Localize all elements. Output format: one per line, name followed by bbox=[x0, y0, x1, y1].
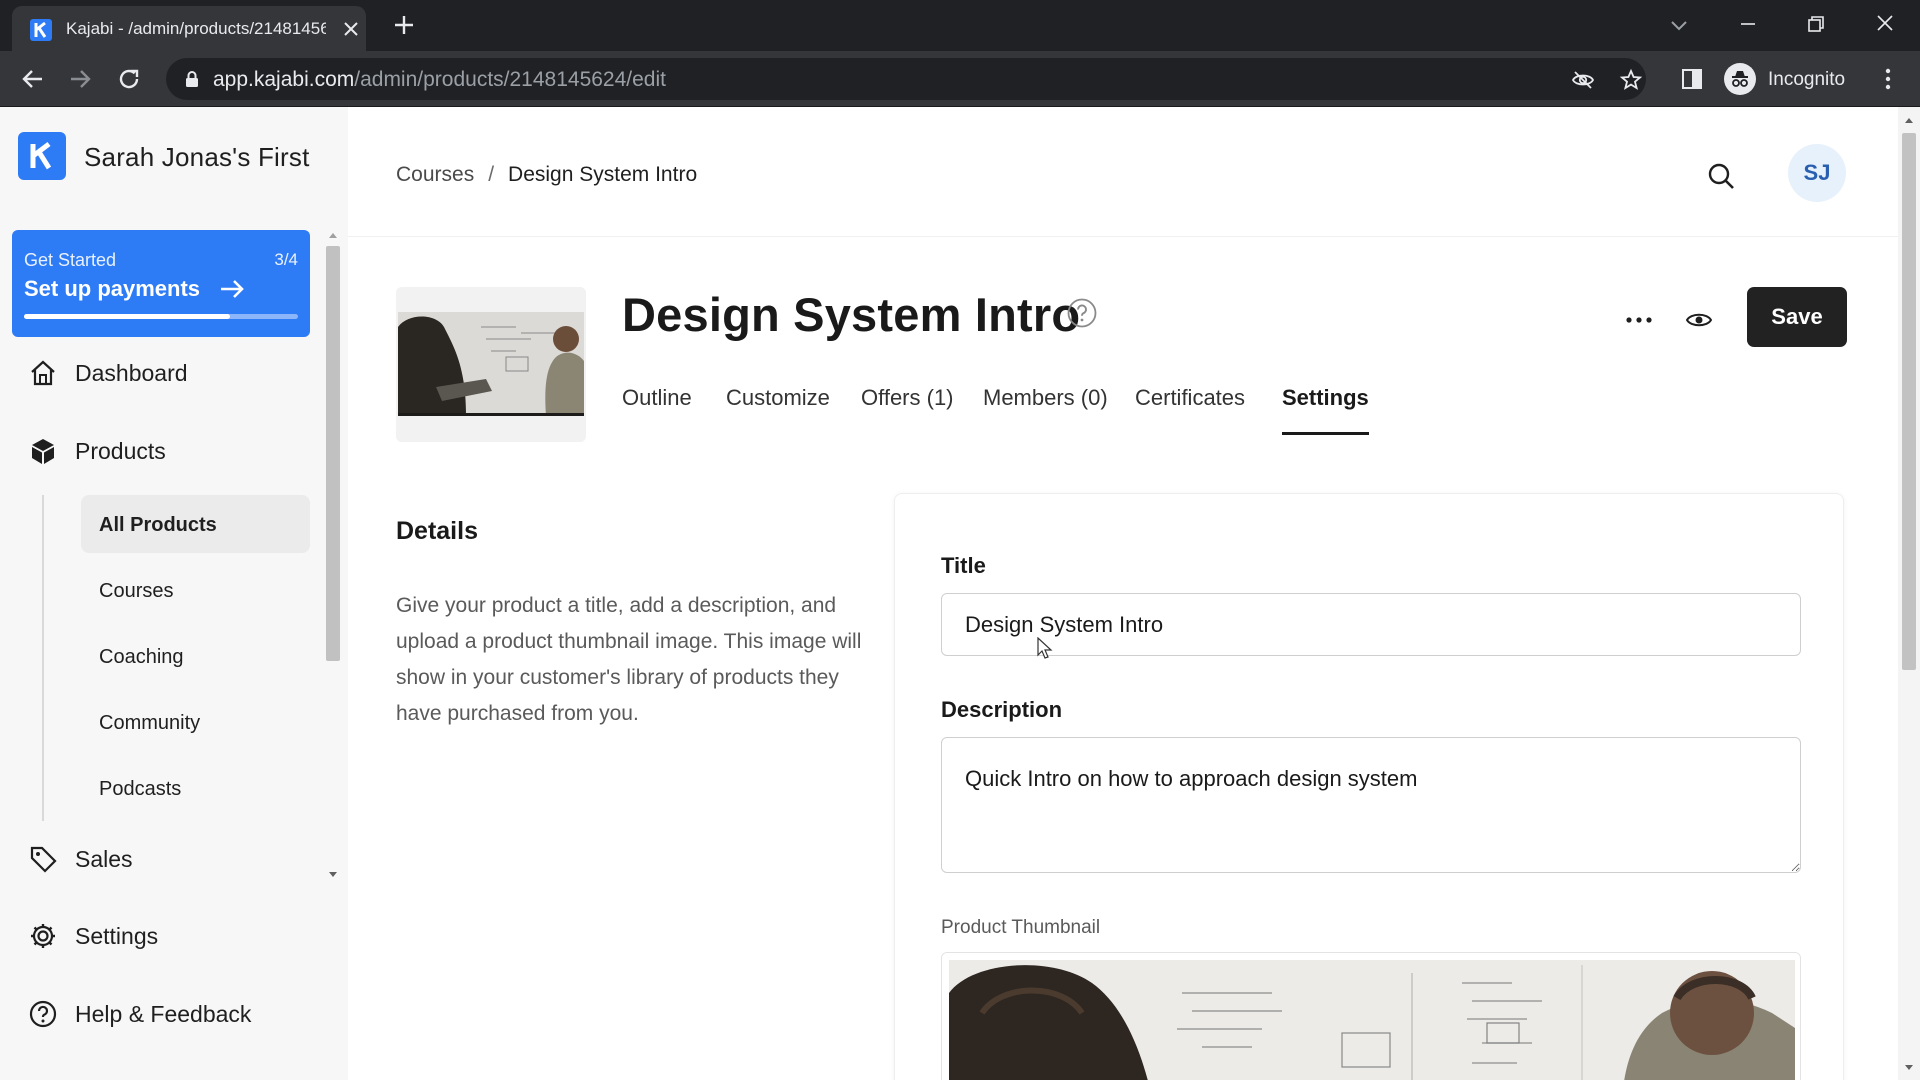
top-bar: Courses / Design System Intro SJ bbox=[348, 107, 1898, 237]
more-horizontal-icon[interactable] bbox=[1622, 303, 1656, 337]
search-icon[interactable] bbox=[1706, 161, 1736, 191]
sidebar-item-products[interactable]: Products bbox=[28, 430, 318, 470]
get-started-count: 3/4 bbox=[274, 250, 298, 269]
mouse-cursor-icon bbox=[1037, 636, 1053, 661]
tab-certificates[interactable]: Certificates bbox=[1135, 385, 1245, 435]
sidebar-item-label: Products bbox=[75, 438, 166, 464]
arrow-right-icon bbox=[218, 277, 246, 301]
get-started-progress bbox=[24, 314, 298, 319]
scroll-up-icon[interactable] bbox=[1903, 113, 1915, 125]
incognito-profile[interactable]: Incognito bbox=[1722, 59, 1870, 99]
sidebar-subitem-label: Community bbox=[99, 712, 201, 734]
chevron-down-icon[interactable] bbox=[1668, 14, 1690, 36]
sidebar-item-label: Settings bbox=[75, 923, 159, 949]
eye-icon[interactable] bbox=[1682, 303, 1716, 337]
save-button[interactable]: Save bbox=[1747, 287, 1847, 347]
sidebar-subitem-coaching[interactable]: Coaching bbox=[81, 627, 310, 685]
tab-outline[interactable]: Outline bbox=[622, 385, 692, 435]
scroll-down-icon[interactable] bbox=[1903, 1061, 1915, 1073]
main-content: Courses / Design System Intro SJ Design Sy… bbox=[348, 107, 1898, 1080]
sidebar-item-label: Dashboard bbox=[75, 360, 188, 386]
breadcrumb-courses-link[interactable]: Courses bbox=[396, 163, 474, 186]
description-textarea[interactable]: Quick Intro on how to approach design sy… bbox=[941, 737, 1801, 873]
sidebar-scrollbar-thumb[interactable] bbox=[326, 246, 340, 661]
title-label: Title bbox=[941, 553, 986, 578]
sidebar: Sarah Jonas's First Get Started 3/4 Set … bbox=[0, 107, 348, 1080]
incognito-label: Incognito bbox=[1768, 69, 1846, 90]
details-form-card: Title Description Quick Intro on how to … bbox=[894, 493, 1844, 1080]
product-title: Design System Intro bbox=[622, 288, 1081, 341]
browser-toolbar: app.kajabi.com/admin/products/2148145624… bbox=[0, 51, 1920, 107]
restore-icon[interactable] bbox=[1804, 12, 1828, 36]
description-label: Description bbox=[941, 697, 1063, 722]
back-arrow-icon[interactable] bbox=[19, 65, 47, 93]
products-submenu-rail bbox=[42, 495, 44, 821]
sidebar-subitem-all-products[interactable]: All Products bbox=[81, 495, 310, 553]
scroll-up-icon[interactable] bbox=[327, 228, 339, 240]
sidebar-subitem-community[interactable]: Community bbox=[81, 693, 310, 751]
more-vertical-icon[interactable] bbox=[1874, 65, 1902, 93]
sidebar-subitem-label: All Products bbox=[99, 514, 217, 536]
get-started-card[interactable]: Get Started 3/4 Set up payments bbox=[12, 230, 310, 337]
side-panel-icon[interactable] bbox=[1678, 65, 1706, 93]
address-bar[interactable]: app.kajabi.com/admin/products/2148145624… bbox=[166, 58, 1646, 100]
question-circle-icon[interactable] bbox=[1066, 297, 1098, 329]
product-thumbnail-small[interactable] bbox=[396, 287, 586, 442]
home-icon bbox=[28, 358, 58, 388]
reload-icon[interactable] bbox=[115, 65, 143, 93]
tab-offers[interactable]: Offers (1) bbox=[861, 385, 954, 435]
sidebar-subitem-label: Podcasts bbox=[99, 778, 182, 800]
site-name[interactable]: Sarah Jonas's First bbox=[84, 142, 310, 173]
sidebar-item-label: Sales bbox=[75, 846, 133, 872]
forward-arrow-icon[interactable] bbox=[66, 65, 94, 93]
get-started-title: Set up payments bbox=[24, 276, 201, 301]
product-thumbnail-image[interactable] bbox=[941, 952, 1801, 1080]
scroll-down-icon[interactable] bbox=[327, 868, 339, 880]
tab-members[interactable]: Members (0) bbox=[983, 385, 1108, 435]
tab-settings[interactable]: Settings bbox=[1282, 385, 1369, 435]
sidebar-item-settings[interactable]: Settings bbox=[28, 915, 318, 955]
minimize-icon[interactable] bbox=[1736, 12, 1760, 36]
tag-icon bbox=[28, 844, 58, 874]
product-thumbnail-label: Product Thumbnail bbox=[941, 917, 1101, 938]
close-icon[interactable] bbox=[339, 17, 363, 41]
sidebar-item-label: Help & Feedback bbox=[75, 1001, 252, 1027]
avatar-initials: SJ bbox=[1803, 160, 1831, 185]
title-input[interactable] bbox=[941, 593, 1801, 656]
box-icon bbox=[28, 436, 58, 466]
breadcrumb-current: Design System Intro bbox=[508, 163, 698, 186]
sidebar-item-dashboard[interactable]: Dashboard bbox=[28, 352, 318, 392]
browser-tab[interactable]: Kajabi - /admin/products/2148145624/edit bbox=[12, 6, 366, 51]
breadcrumb-separator: / bbox=[488, 163, 495, 186]
sidebar-scrollbar[interactable] bbox=[324, 224, 342, 884]
sidebar-item-help[interactable]: Help & Feedback bbox=[28, 993, 318, 1033]
avatar[interactable]: SJ bbox=[1788, 144, 1846, 202]
browser-tab-strip: Kajabi - /admin/products/2148145624/edit bbox=[0, 0, 1920, 51]
incognito-icon bbox=[1724, 63, 1756, 95]
help-circle-icon bbox=[28, 999, 58, 1029]
sidebar-subitem-podcasts[interactable]: Podcasts bbox=[81, 759, 310, 817]
sidebar-subitem-label: Coaching bbox=[99, 646, 184, 668]
sidebar-item-sales[interactable]: Sales bbox=[28, 838, 318, 878]
details-heading: Details bbox=[396, 517, 478, 545]
get-started-label: Get Started bbox=[24, 250, 117, 270]
kajabi-favicon-icon bbox=[30, 19, 52, 41]
page-scrollbar[interactable] bbox=[1898, 107, 1920, 1080]
sidebar-subitem-label: Courses bbox=[99, 580, 174, 602]
eye-off-icon[interactable] bbox=[1571, 68, 1595, 92]
page-scrollbar-thumb[interactable] bbox=[1902, 133, 1916, 670]
url-text: app.kajabi.com/admin/products/2148145624… bbox=[213, 68, 666, 91]
breadcrumb: Courses / Design System Intro bbox=[396, 163, 697, 187]
sidebar-subitem-courses[interactable]: Courses bbox=[81, 561, 310, 619]
get-started-progress-fill bbox=[24, 314, 230, 319]
window-close-icon[interactable] bbox=[1873, 11, 1897, 35]
gear-icon bbox=[28, 921, 58, 951]
tab-customize[interactable]: Customize bbox=[726, 385, 830, 435]
kajabi-logo-icon[interactable] bbox=[18, 132, 66, 180]
details-description: Give your product a title, add a descrip… bbox=[396, 594, 862, 725]
star-icon[interactable] bbox=[1619, 68, 1643, 92]
new-tab-icon[interactable] bbox=[392, 13, 416, 37]
browser-tab-title: Kajabi - /admin/products/2148145624/edit bbox=[66, 19, 326, 38]
lock-icon bbox=[182, 69, 202, 89]
